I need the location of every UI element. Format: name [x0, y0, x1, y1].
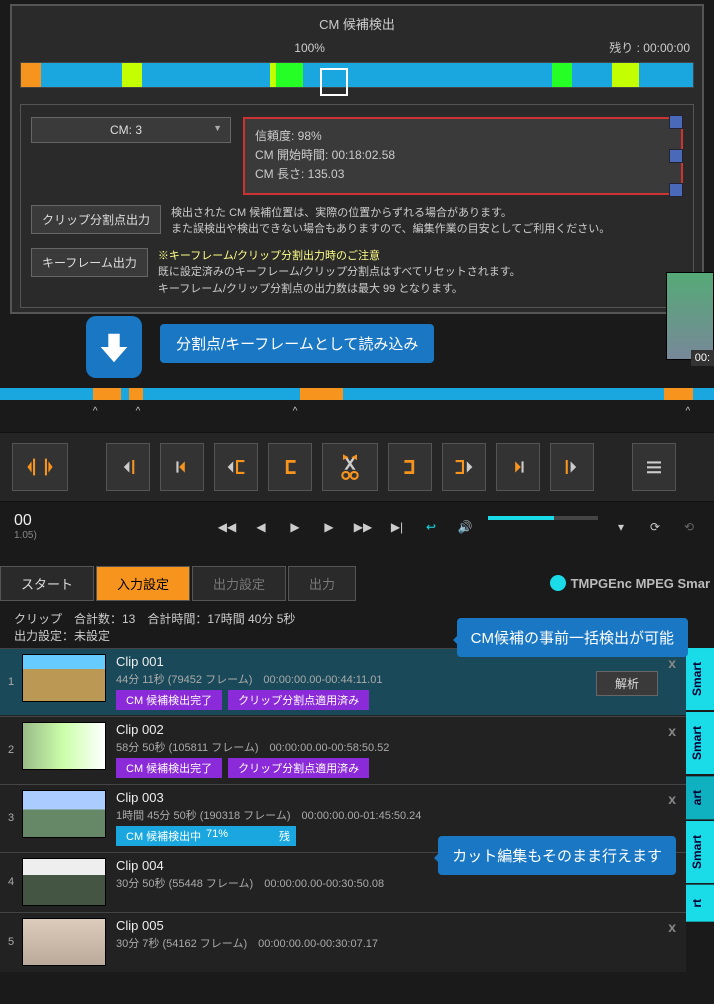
clip-split-output-button[interactable]: クリップ分割点出力 — [31, 205, 161, 234]
brand-label: TMPGEnc MPEG Smar — [550, 575, 714, 591]
volume-slider[interactable] — [488, 516, 598, 520]
smart-tab-5[interactable]: rt — [686, 885, 714, 922]
clip-thumbnail — [22, 858, 106, 906]
clip-duration: 44分 11秒 (79452 フレーム) 00:00:00.00-00:44:1… — [116, 671, 678, 687]
keyframe-output-button[interactable]: キーフレーム出力 — [31, 248, 148, 277]
clip-duration: 1時間 45分 50秒 (190318 フレーム) 00:00:00.00-01… — [116, 807, 678, 823]
progress-percent: 100% — [24, 41, 595, 55]
next-frame-button[interactable]: ▶ — [318, 516, 340, 538]
tooltip-cut-edit: カット編集もそのまま行えます — [438, 836, 676, 875]
mark-out-button[interactable] — [388, 443, 432, 491]
preview-timestamp: 00: — [691, 350, 714, 366]
clip-index: 4 — [8, 876, 22, 888]
rewind-button[interactable]: ◀◀ — [216, 516, 238, 538]
clip-row[interactable]: 5 Clip 005 30分 7秒 (54162 フレーム) 00:00:00.… — [0, 912, 686, 972]
step-back-button[interactable] — [160, 443, 204, 491]
badge-detect-done: CM 候補検出完了 — [116, 690, 222, 710]
cm-select-dropdown[interactable]: CM: 3 — [31, 117, 231, 143]
clip-close-button[interactable]: x — [668, 791, 676, 807]
badge-split-applied: クリップ分割点適用済み — [228, 758, 369, 778]
clip-duration: 30分 50秒 (55448 フレーム) 00:00:00.00-00:30:5… — [116, 875, 678, 891]
mark-out-jump-button[interactable] — [442, 443, 486, 491]
tab-input[interactable]: 入力設定 — [96, 566, 190, 601]
edit-toolbar — [0, 432, 714, 502]
tab-output-settings[interactable]: 出力設定 — [192, 566, 286, 601]
clip-name: Clip 002 — [116, 722, 678, 737]
clip-thumbnail — [22, 654, 106, 702]
info-toggle-2[interactable] — [669, 149, 683, 163]
badge-detect-progress: CM 候補検出中71%残 — [116, 826, 296, 846]
panel-title: CM 候補検出 — [20, 14, 694, 33]
play-button[interactable]: ▶ — [284, 516, 306, 538]
menu-button[interactable] — [632, 443, 676, 491]
step-fwd-button[interactable] — [496, 443, 540, 491]
warn-text-2: ※キーフレーム/クリップ分割出力時のご注意 既に設定済みのキーフレーム/クリップ… — [158, 248, 521, 298]
detection-strip — [20, 62, 694, 88]
prev-frame-button[interactable]: ◀ — [250, 516, 272, 538]
skip-end-button[interactable]: ▶| — [386, 516, 408, 538]
smart-tab-4[interactable]: Smart — [686, 821, 714, 883]
badge-split-applied: クリップ分割点適用済み — [228, 690, 369, 710]
clip-index: 5 — [8, 936, 22, 948]
clip-name: Clip 003 — [116, 790, 678, 805]
mute-button[interactable]: ▾ — [610, 516, 632, 538]
loop-button[interactable]: ↩ — [420, 516, 442, 538]
mark-in-jump-button[interactable] — [214, 443, 258, 491]
clip-name: Clip 005 — [116, 918, 678, 933]
volume-icon[interactable]: 🔊 — [454, 516, 476, 538]
brand-icon — [550, 575, 566, 591]
playback-sub: 1.05) — [14, 530, 37, 541]
clip-duration: 30分 7秒 (54162 フレーム) 00:00:00.00-00:30:07… — [116, 935, 678, 951]
info-length: CM 長さ: 135.03 — [255, 165, 671, 184]
analyze-button[interactable]: 解析 — [596, 671, 658, 696]
clip-list: 1 Clip 001 44分 11秒 (79452 フレーム) 00:00:00… — [0, 648, 686, 972]
preview-thumbnail — [666, 272, 714, 360]
info-start: CM 開始時間: 00:18:02.58 — [255, 146, 671, 165]
info-toggle-1[interactable] — [669, 115, 683, 129]
clip-thumbnail — [22, 722, 106, 770]
tooltip-batch-detect: CM候補の事前一括検出が可能 — [457, 618, 688, 657]
info-confidence: 信頼度: 98% — [255, 127, 671, 146]
mode-tabs: スタート 入力設定 出力設定 出力 TMPGEnc MPEG Smar — [0, 566, 714, 600]
cm-detection-panel: CM 候補検出 100% 残り : 00:00:00 CM: 3 信頼度: 98… — [10, 4, 704, 314]
jump-prev-mark-button[interactable] — [106, 443, 150, 491]
trim-handles-button[interactable] — [12, 443, 68, 491]
arrow-down-callout — [86, 316, 142, 378]
clip-close-button[interactable]: x — [668, 723, 676, 739]
smart-tab-2[interactable]: Smart — [686, 712, 714, 774]
clip-close-button[interactable]: x — [668, 655, 676, 671]
clip-row[interactable]: 2 Clip 002 58分 50秒 (105811 フレーム) 00:00:0… — [0, 716, 686, 784]
detection-detail-box: CM: 3 信頼度: 98% CM 開始時間: 00:18:02.58 CM 長… — [20, 104, 694, 308]
clip-thumbnail — [22, 918, 106, 966]
ffwd-button[interactable]: ▶▶ — [352, 516, 374, 538]
clip-close-button[interactable]: x — [668, 919, 676, 935]
mark-in-button[interactable] — [268, 443, 312, 491]
info-toggle-3[interactable] — [669, 183, 683, 197]
timeline-strip[interactable] — [0, 388, 714, 400]
clip-row[interactable]: 1 Clip 001 44分 11秒 (79452 フレーム) 00:00:00… — [0, 648, 686, 716]
warn-text-1: 検出された CM 候補位置は、実際の位置からずれる場合があります。 また誤検出や… — [171, 205, 610, 238]
redo-button[interactable]: ⟲ — [678, 516, 700, 538]
clip-index: 3 — [8, 812, 22, 824]
tooltip-split-keyframe: 分割点/キーフレームとして読み込み — [160, 324, 434, 363]
playback-row: 00 1.05) ◀◀ ◀ ▶ ▶ ▶▶ ▶| ↩ 🔊 ▾ ⟳ ⟲ — [0, 504, 714, 549]
progress-row: 100% 残り : 00:00:00 — [20, 39, 694, 56]
cm-info-box: 信頼度: 98% CM 開始時間: 00:18:02.58 CM 長さ: 135… — [243, 117, 683, 195]
tab-output[interactable]: 出力 — [288, 566, 356, 601]
refresh-button[interactable]: ⟳ — [644, 516, 666, 538]
playback-timestamp: 00 — [14, 512, 37, 530]
clip-index: 2 — [8, 744, 22, 756]
clip-duration: 58分 50秒 (105811 フレーム) 00:00:00.00-00:58:… — [116, 739, 678, 755]
cut-button[interactable] — [322, 443, 378, 491]
smart-tab-3[interactable]: art — [686, 776, 714, 819]
smart-tab-1[interactable]: Smart — [686, 648, 714, 710]
smart-tabs: Smart Smart art Smart rt — [686, 648, 714, 922]
clip-thumbnail — [22, 790, 106, 838]
jump-next-mark-button[interactable] — [550, 443, 594, 491]
tab-start[interactable]: スタート — [0, 566, 94, 601]
timeline-markers: ^^^^ — [0, 406, 714, 420]
badge-detect-done: CM 候補検出完了 — [116, 758, 222, 778]
progress-remaining: 残り : 00:00:00 — [609, 39, 690, 56]
clip-index: 1 — [8, 676, 22, 688]
